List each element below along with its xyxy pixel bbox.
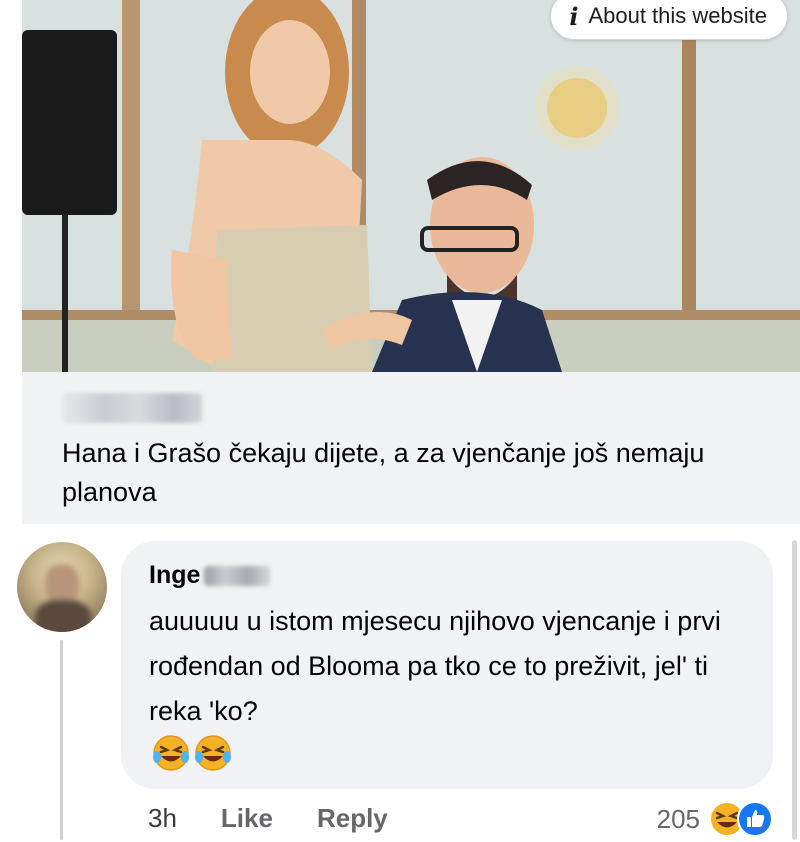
about-this-website-button[interactable]: i About this website: [550, 0, 788, 40]
info-icon: i: [569, 1, 579, 31]
article-headline[interactable]: Hana i Grašo čekaju dijete, a za vjenčan…: [62, 434, 782, 512]
laughing-tears-emoji: [153, 735, 189, 771]
comment-text: auuuuu u istom mjesecu njihovo vjencanje…: [149, 606, 721, 726]
comment-timestamp[interactable]: 3h: [148, 803, 177, 834]
shared-link-card[interactable]: Hana i Grašo čekaju dijete, a za vjenčan…: [22, 0, 800, 524]
article-photo-illustration: [22, 0, 800, 372]
commenter-avatar[interactable]: [17, 542, 107, 632]
comment-author-name[interactable]: Inge: [149, 561, 200, 590]
scrollbar[interactable]: [792, 540, 797, 840]
article-photo: [22, 0, 800, 372]
avatar-body-blurred: [35, 600, 91, 632]
laughing-tears-emoji: [195, 735, 231, 771]
comment-emoji-row: [151, 733, 233, 773]
comment-bubble: Inge auuuuu u istom mjesecu njihovo vjen…: [121, 541, 773, 789]
comment-author-row: Inge: [149, 561, 271, 590]
author-surname-blurred: [204, 565, 271, 586]
avatar-face-blurred: [45, 564, 79, 604]
reaction-count: 205: [656, 803, 700, 834]
source-domain-blurred: [62, 393, 202, 423]
comment-actions: 3h Like Reply: [148, 803, 388, 834]
reply-button[interactable]: Reply: [317, 803, 388, 834]
comment-thread-line: [60, 640, 63, 840]
like-button[interactable]: Like: [221, 803, 273, 834]
about-this-website-label: About this website: [588, 3, 767, 28]
reaction-icons: [708, 800, 774, 838]
like-reaction-icon: [737, 801, 773, 837]
reaction-summary[interactable]: 205: [657, 800, 774, 838]
